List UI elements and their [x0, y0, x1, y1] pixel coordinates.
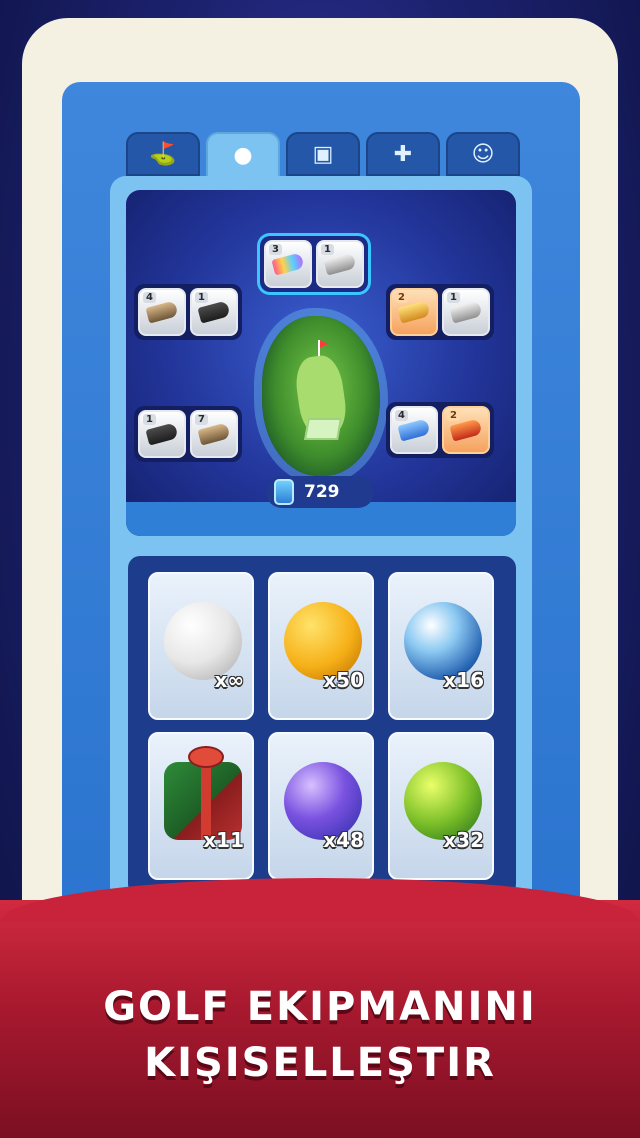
ball-card[interactable]: x11 — [148, 732, 254, 880]
club-level: 2 — [447, 410, 460, 421]
club-slot[interactable]: 2 — [390, 288, 438, 336]
tab-puzzle[interactable]: ✚ — [366, 132, 440, 176]
iron-icon — [449, 418, 483, 442]
putter-icon — [145, 300, 179, 324]
tab-balls[interactable]: ● — [206, 132, 280, 178]
club-level: 1 — [195, 292, 208, 303]
bag-counter[interactable]: 729 — [266, 476, 374, 508]
club-group-right-lower: 4 2 — [386, 402, 494, 458]
club-group-left-upper: 4 1 — [134, 284, 242, 340]
bag-count: 729 — [304, 482, 340, 502]
club-slot[interactable]: 7 — [190, 410, 238, 458]
club-group-right-upper: 2 1 — [386, 284, 494, 340]
equipment-tabs: ⛳ ● ▣ ✚ ☺ — [126, 132, 520, 178]
putter-icon — [197, 422, 231, 446]
ball-quantity: x32 — [443, 828, 484, 852]
bag-icon: ▣ — [312, 141, 334, 167]
club-group-left-lower: 1 7 — [134, 406, 242, 462]
tab-emotes[interactable]: ☺ — [446, 132, 520, 176]
putting-green — [304, 418, 342, 440]
promo-caption-line1: GOLF EKIPMANINI — [103, 984, 537, 1030]
driver-icon — [271, 252, 305, 276]
club-level: 1 — [321, 244, 334, 255]
iron-icon — [197, 300, 231, 324]
ball-quantity: x48 — [323, 828, 364, 852]
driver-icon — [323, 252, 357, 276]
ball-card[interactable]: x∞ — [148, 572, 254, 720]
club-slot[interactable]: 4 — [138, 288, 186, 336]
ball-quantity: x16 — [443, 668, 484, 692]
flag-icon — [318, 340, 328, 356]
gift-bow-icon — [190, 748, 222, 766]
ball-card[interactable]: x32 — [388, 732, 494, 880]
ball-card[interactable]: x48 — [268, 732, 374, 880]
wedge-icon — [397, 300, 431, 324]
puzzle-icon: ✚ — [393, 141, 413, 167]
club-level: 1 — [447, 292, 460, 303]
iron-icon — [449, 300, 483, 324]
tab-clubs[interactable]: ⛳ — [126, 132, 200, 176]
club-slot[interactable]: 4 — [390, 406, 438, 454]
club-level: 3 — [269, 244, 282, 255]
club-slot[interactable]: 1 — [138, 410, 186, 458]
wedge-icon — [145, 422, 179, 446]
club-level: 4 — [395, 410, 408, 421]
golf-club-icon: ⛳ — [149, 141, 177, 167]
club-group-top: 3 1 — [260, 236, 368, 292]
club-slot[interactable]: 2 — [442, 406, 490, 454]
club-slot[interactable]: 1 — [190, 288, 238, 336]
promo-caption-line2: KIŞISELLEŞTIR — [144, 1040, 496, 1086]
emoji-icon: ☺ — [471, 141, 495, 167]
club-slot[interactable]: 1 — [316, 240, 364, 288]
club-slot[interactable]: 1 — [442, 288, 490, 336]
iron-icon — [397, 418, 431, 442]
club-level: 1 — [143, 414, 156, 425]
ball-quantity: x50 — [323, 668, 364, 692]
club-level: 2 — [395, 292, 408, 303]
ball-card[interactable]: x16 — [388, 572, 494, 720]
golf-bag-icon — [274, 479, 294, 505]
club-level: 4 — [143, 292, 156, 303]
club-slot[interactable]: 3 — [264, 240, 312, 288]
club-level: 7 — [195, 414, 208, 425]
ball-quantity: x∞ — [214, 668, 244, 692]
golf-ball-icon: ● — [233, 142, 253, 168]
ball-quantity: x11 — [203, 828, 244, 852]
ball-card[interactable]: x50 — [268, 572, 374, 720]
tab-bag[interactable]: ▣ — [286, 132, 360, 176]
